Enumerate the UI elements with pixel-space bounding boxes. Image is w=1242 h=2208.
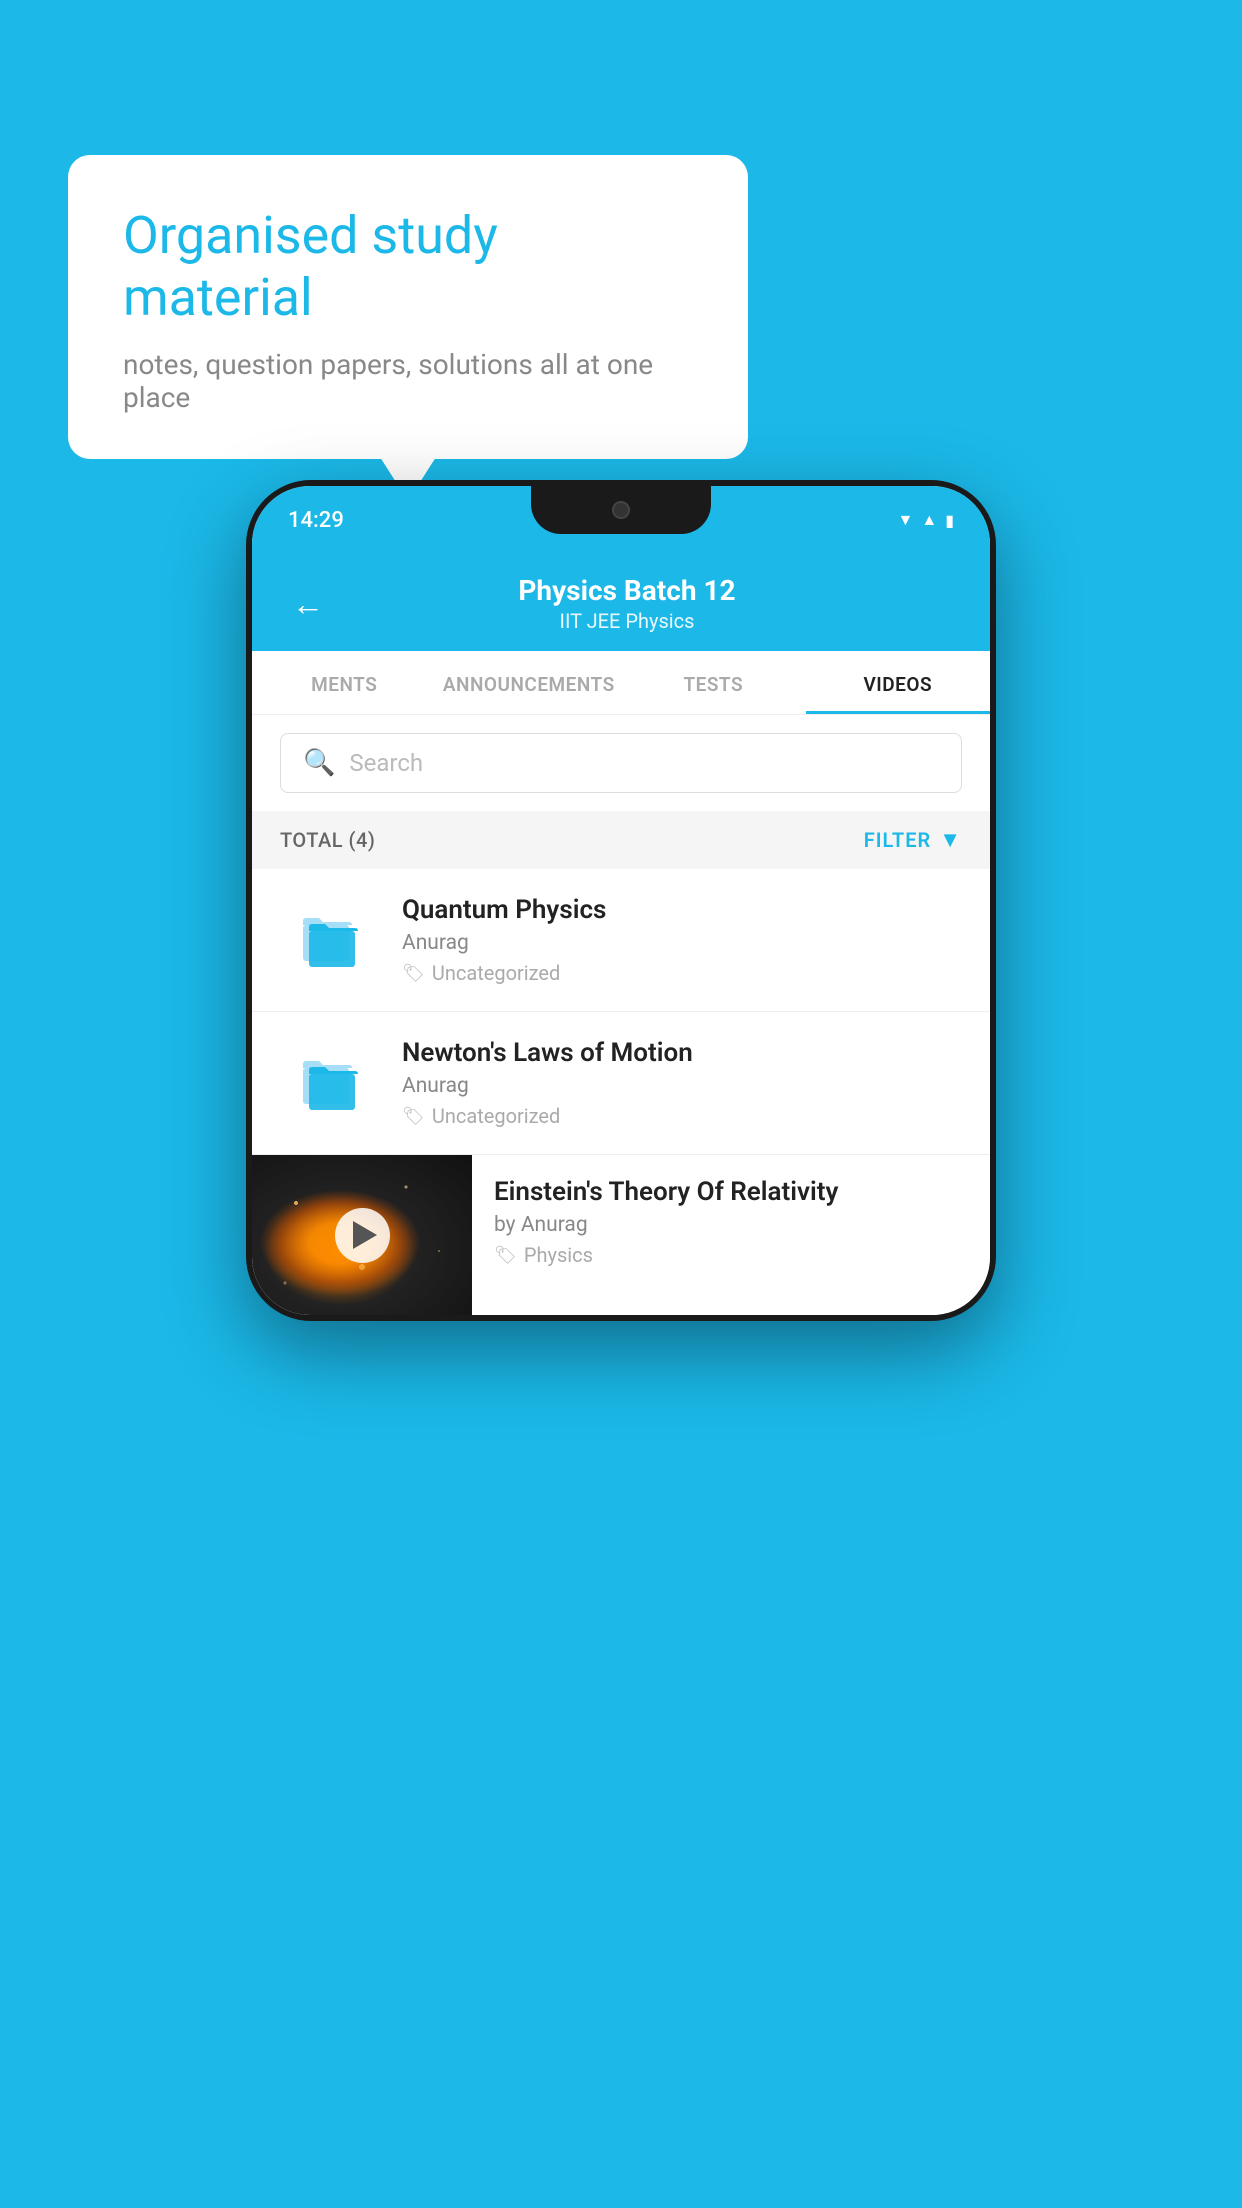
header-title-group: Physics Batch 12 IIT JEE Physics (344, 574, 910, 633)
tag-label: Physics (524, 1243, 593, 1267)
filter-button[interactable]: FILTER ▼ (864, 827, 962, 853)
tag-label: Uncategorized (432, 1104, 560, 1128)
folder-icon (295, 905, 365, 975)
notch (531, 486, 711, 534)
header-title: Physics Batch 12 (344, 574, 910, 607)
tag-icon: 🏷 (402, 1106, 425, 1127)
phone-screen: 14:29 ← Physics Batch 12 IIT JEE Physics (252, 486, 990, 1315)
total-count: TOTAL (4) (280, 828, 375, 852)
tag-icon: 🏷 (402, 963, 425, 984)
filter-bar: TOTAL (4) FILTER ▼ (252, 811, 990, 869)
video-list: Quantum Physics Anurag 🏷 Uncategorized (252, 869, 990, 1315)
play-triangle-icon (353, 1221, 377, 1249)
item-thumbnail-quantum (280, 895, 380, 985)
video-author: Anurag (402, 931, 962, 955)
item-info-newton: Newton's Laws of Motion Anurag 🏷 Uncateg… (402, 1038, 962, 1128)
status-icons (898, 510, 955, 530)
filter-label: FILTER (864, 828, 932, 852)
video-author: by Anurag (494, 1213, 968, 1237)
tab-videos[interactable]: VIDEOS (806, 651, 991, 714)
signal-icon (921, 510, 937, 530)
video-title: Einstein's Theory Of Relativity (494, 1177, 968, 1207)
tag-label: Uncategorized (432, 961, 560, 985)
phone-frame: 14:29 ← Physics Batch 12 IIT JEE Physics (246, 480, 996, 1321)
bubble-subtitle: notes, question papers, solutions all at… (123, 348, 693, 414)
item-info-quantum: Quantum Physics Anurag 🏷 Uncategorized (402, 895, 962, 985)
wifi-icon (898, 510, 914, 530)
video-tag: 🏷 Physics (494, 1243, 968, 1267)
search-icon: 🔍 (303, 748, 335, 778)
play-button[interactable] (335, 1208, 390, 1263)
speech-bubble: Organised study material notes, question… (68, 155, 748, 459)
phone-wrapper: 14:29 ← Physics Batch 12 IIT JEE Physics (246, 480, 996, 1321)
item-info-einstein: Einstein's Theory Of Relativity by Anura… (472, 1155, 990, 1289)
tag-icon: 🏷 (494, 1245, 517, 1266)
list-item[interactable]: Newton's Laws of Motion Anurag 🏷 Uncateg… (252, 1012, 990, 1155)
search-placeholder: Search (349, 749, 423, 777)
tab-tests[interactable]: TESTS (621, 651, 806, 714)
tab-ments[interactable]: MENTS (252, 651, 437, 714)
tab-announcements[interactable]: ANNOUNCEMENTS (437, 651, 622, 714)
item-thumbnail-newton (280, 1038, 380, 1128)
status-time: 14:29 (288, 508, 344, 533)
list-item[interactable]: Quantum Physics Anurag 🏷 Uncategorized (252, 869, 990, 1012)
search-bar[interactable]: 🔍 Search (280, 733, 962, 793)
item-thumbnail-einstein (252, 1155, 472, 1315)
status-bar: 14:29 (252, 486, 990, 554)
video-tag: 🏷 Uncategorized (402, 1104, 962, 1128)
video-author: Anurag (402, 1074, 962, 1098)
tabs-bar: MENTS ANNOUNCEMENTS TESTS VIDEOS (252, 651, 990, 715)
filter-funnel-icon: ▼ (939, 827, 962, 853)
video-title: Newton's Laws of Motion (402, 1038, 962, 1068)
app-header: ← Physics Batch 12 IIT JEE Physics (252, 554, 990, 651)
search-container: 🔍 Search (252, 715, 990, 811)
header-subtitle: IIT JEE Physics (344, 609, 910, 633)
back-button[interactable]: ← (292, 585, 324, 623)
video-tag: 🏷 Uncategorized (402, 961, 962, 985)
list-item[interactable]: Einstein's Theory Of Relativity by Anura… (252, 1155, 990, 1315)
speech-bubble-wrapper: Organised study material notes, question… (68, 155, 748, 459)
battery-icon (945, 511, 954, 530)
bubble-title: Organised study material (123, 205, 693, 330)
folder-icon (295, 1048, 365, 1118)
video-title: Quantum Physics (402, 895, 962, 925)
camera-dot (612, 501, 630, 519)
